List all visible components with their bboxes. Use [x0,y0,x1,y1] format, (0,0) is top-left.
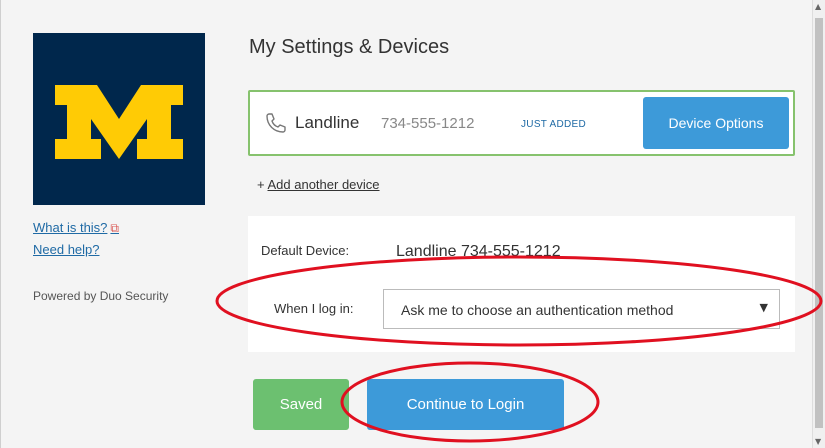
add-device-row[interactable]: + Add another device [257,177,380,192]
login-preference-label: When I log in: [274,301,354,316]
continue-to-login-button[interactable]: Continue to Login [367,379,564,430]
just-added-badge: JUST ADDED [521,119,587,130]
device-name: Landline [295,113,360,132]
phone-icon [264,111,288,139]
what-is-this-link[interactable]: What is this? ⧉ [33,217,119,239]
default-device-label: Default Device: [261,243,350,258]
sidebar-links: What is this? ⧉ Need help? [33,217,119,261]
scroll-down-arrow-icon[interactable]: ▼ [815,437,821,446]
settings-panel: Default Device: Landline 734-555-1212 Wh… [248,216,795,352]
login-method-select[interactable]: Ask me to choose an authentication metho… [383,289,780,329]
default-device-value: Landline 734-555-1212 [396,243,561,260]
scroll-up-arrow-icon[interactable]: ▲ [815,2,821,11]
scroll-thumb[interactable] [815,18,823,428]
university-logo [33,33,205,205]
device-options-button[interactable]: Device Options [643,97,789,149]
add-device-link[interactable]: Add another device [268,177,380,192]
page-title: My Settings & Devices [249,36,450,58]
powered-by-text: Powered by Duo Security [33,289,169,303]
need-help-link[interactable]: Need help? [33,239,119,261]
external-link-icon: ⧉ [110,221,119,235]
sidebar: What is this? ⧉ Need help? Powered by Duo… [33,33,213,303]
saved-button[interactable]: Saved [253,379,349,430]
add-device-prefix: + [257,177,268,192]
device-card: Landline 734-555-1212 JUST ADDED Device … [248,90,795,156]
dropdown-caret-icon: ▼ [759,301,768,314]
login-method-selected-value: Ask me to choose an authentication metho… [401,302,674,318]
duo-frame: What is this? ⧉ Need help? Powered by Duo… [0,0,812,448]
device-number: 734-555-1212 [381,115,475,132]
vertical-scrollbar[interactable]: ▲ ▼ [812,0,825,448]
